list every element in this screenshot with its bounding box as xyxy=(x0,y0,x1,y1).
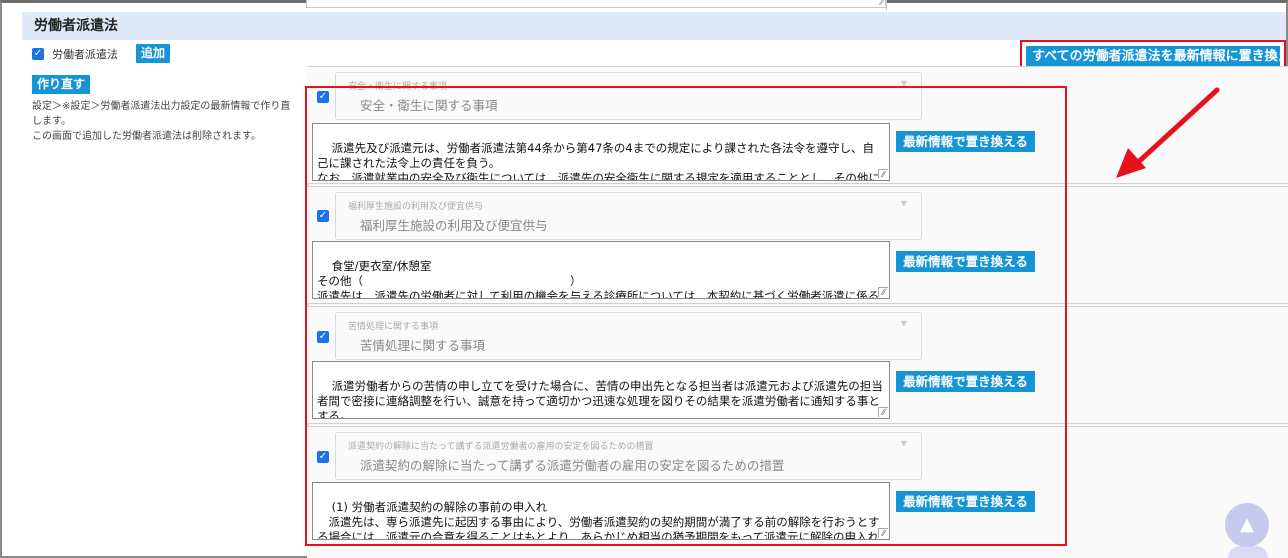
section-title: 苦情処理に関する事項 xyxy=(360,338,486,353)
section-body: 派遣先及び派遣元は、労働者派遣法第44条から第47条の4までの規定により課された… xyxy=(317,141,880,181)
section-body: 食堂/更衣室/休憩室 その他（ ） 派遣先は、派遣先の労働者に対して利用の機会を… xyxy=(317,259,880,299)
section-safety: ✓ 安全・衛生に関する事項 安全・衛生に関する事項 ▼ 派遣先及び派遣元は、労働… xyxy=(307,66,1288,184)
section-title-select[interactable]: 福利厚生施設の利用及び便宜供与 福利厚生施設の利用及び便宜供与 ▼ xyxy=(335,192,922,240)
add-button[interactable]: 追加 xyxy=(136,44,171,63)
resize-grip-icon[interactable]: ⁄⁄ xyxy=(878,169,888,179)
section-body: 派遣労働者からの苦情の申し立てを受けた場合に、苦情の申出先となる担当者は派遣元お… xyxy=(317,379,883,419)
main-checkbox[interactable]: ✓ xyxy=(32,48,44,60)
main-checkbox-row: ✓ 労働者派遣法 xyxy=(32,44,118,64)
section-body-textarea[interactable]: 派遣労働者からの苦情の申し立てを受けた場合に、苦情の申出先となる担当者は派遣元お… xyxy=(312,361,890,419)
chevron-down-icon: ▼ xyxy=(900,79,907,88)
title-placeholder: 派遣契約の解除に当たって講ずる派遣労働者の雇用の安定を図るための措置 xyxy=(348,442,654,452)
divider xyxy=(886,0,887,10)
section-checkbox[interactable]: ✓ xyxy=(317,331,329,343)
replace-all-button[interactable]: すべての労働者派遣法を最新情報に置き換える xyxy=(1026,46,1280,67)
section-title: 派遣契約の解除に当たって講ずる派遣労働者の雇用の安定を図るための措置 xyxy=(360,458,785,473)
title-placeholder: 福利厚生施設の利用及び便宜供与 xyxy=(348,202,484,212)
title-placeholder: 苦情処理に関する事項 xyxy=(348,322,439,332)
resize-grip-icon[interactable]: ⁄⁄ xyxy=(878,528,888,538)
resize-grip-icon[interactable]: ⁄⁄ xyxy=(878,287,888,297)
chevron-down-icon: ▼ xyxy=(900,319,907,328)
section-termination: ✓ 派遣契約の解除に当たって講ずる派遣労働者の雇用の安定を図るための措置 派遣契… xyxy=(307,426,1288,558)
section-body-textarea[interactable]: 派遣先及び派遣元は、労働者派遣法第44条から第47条の4までの規定により課された… xyxy=(312,123,890,181)
replace-button[interactable]: 最新情報で置き換える xyxy=(896,371,1035,392)
section-title: 福利厚生施設の利用及び便宜供与 xyxy=(360,218,548,233)
help-text: 設定＞※設定＞労働者派遣法出力設定の最新情報で作り直します。 この画面で追加した… xyxy=(32,99,294,144)
replace-button[interactable]: 最新情報で置き換える xyxy=(896,131,1035,152)
resize-grip-icon[interactable]: ⁄⁄ xyxy=(878,407,888,417)
chevron-down-icon: ▼ xyxy=(900,439,907,448)
section-title-select[interactable]: 苦情処理に関する事項 苦情処理に関する事項 ▼ xyxy=(335,312,922,360)
page-title: 労働者派遣法 xyxy=(34,18,118,34)
scroll-shadow xyxy=(1228,546,1268,558)
chevron-down-icon: ▼ xyxy=(900,199,907,208)
section-header: 労働者派遣法 xyxy=(22,12,1286,40)
help-line-2: この画面で追加した労働者派遣法は削除されます。 xyxy=(32,131,261,142)
previous-textarea-edge[interactable]: ⁄⁄ xyxy=(306,0,886,8)
section-complaints: ✓ 苦情処理に関する事項 苦情処理に関する事項 ▼ 派遣労働者からの苦情の申し立… xyxy=(307,306,1288,424)
section-title: 安全・衛生に関する事項 xyxy=(360,98,498,113)
scroll-to-top-button[interactable]: ▲ xyxy=(1225,503,1269,547)
title-placeholder: 安全・衛生に関する事項 xyxy=(348,82,448,92)
section-title-select[interactable]: 派遣契約の解除に当たって講ずる派遣労働者の雇用の安定を図るための措置 派遣契約の… xyxy=(335,432,922,480)
resize-grip-icon[interactable]: ⁄⁄ xyxy=(880,0,883,7)
section-checkbox[interactable]: ✓ xyxy=(317,451,329,463)
help-line-1: 設定＞※設定＞労働者派遣法出力設定の最新情報で作り直します。 xyxy=(32,101,291,127)
replace-button[interactable]: 最新情報で置き換える xyxy=(896,491,1035,512)
redo-button[interactable]: 作り直す xyxy=(32,75,91,94)
section-title-select[interactable]: 安全・衛生に関する事項 安全・衛生に関する事項 ▼ xyxy=(335,72,922,120)
main-checkbox-label: 労働者派遣法 xyxy=(52,48,118,61)
replace-button[interactable]: 最新情報で置き換える xyxy=(896,251,1035,272)
section-checkbox[interactable]: ✓ xyxy=(317,91,329,103)
section-welfare: ✓ 福利厚生施設の利用及び便宜供与 福利厚生施設の利用及び便宜供与 ▼ 食堂/更… xyxy=(307,186,1288,304)
section-body-textarea[interactable]: (1) 労働者派遣契約の解除の事前の申入れ 派遣先は、専ら派遣先に起因する事由に… xyxy=(312,482,890,540)
section-body-textarea[interactable]: 食堂/更衣室/休憩室 その他（ ） 派遣先は、派遣先の労働者に対して利用の機会を… xyxy=(312,241,890,299)
section-body: (1) 労働者派遣契約の解除の事前の申入れ 派遣先は、専ら派遣先に起因する事由に… xyxy=(317,500,880,540)
section-checkbox[interactable]: ✓ xyxy=(317,210,329,222)
